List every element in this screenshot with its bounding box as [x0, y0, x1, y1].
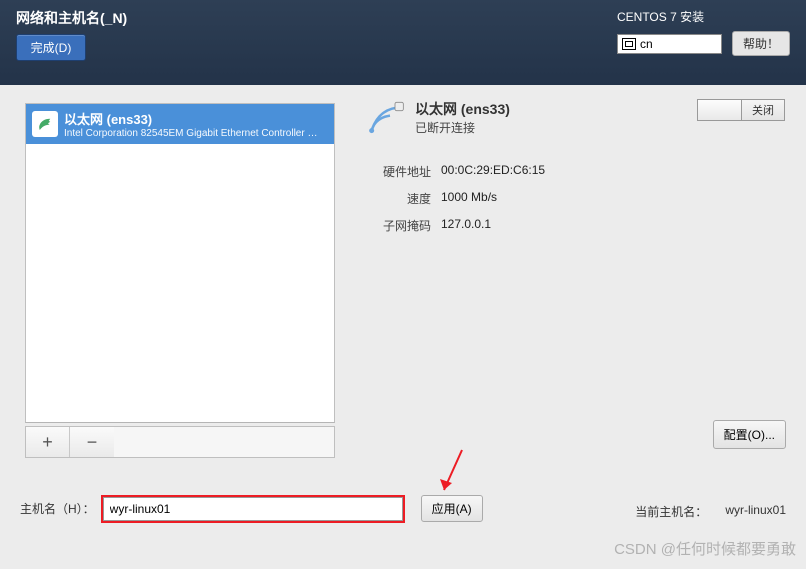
info-row-mask: 子网掩码 127.0.0.1	[365, 217, 785, 234]
network-item-subtitle: Intel Corporation 82545EM Gigabit Ethern…	[64, 128, 319, 139]
info-value: 1000 Mb/s	[441, 190, 497, 207]
network-interface-list[interactable]: 以太网 (ens33) Intel Corporation 82545EM Gi…	[25, 103, 335, 423]
page-title: 网络和主机名(_N)	[16, 8, 127, 28]
info-label: 硬件地址	[365, 163, 431, 180]
remove-interface-button[interactable]: −	[70, 427, 114, 457]
hostname-row: 主机名（H）： 应用(A)	[20, 495, 483, 522]
install-title: CENTOS 7 安装	[617, 8, 704, 25]
header-right-row: cn 帮助！	[617, 31, 790, 56]
detail-title-block: 以太网 (ens33) 已断开连接	[415, 99, 510, 136]
info-value: 00:0C:29:ED:C6:15	[441, 163, 545, 180]
info-row-mac: 硬件地址 00:0C:29:ED:C6:15	[365, 163, 785, 180]
watermark-text: CSDN @任何时候都要勇敢	[614, 538, 796, 559]
apply-button[interactable]: 应用(A)	[421, 495, 483, 522]
keyboard-indicator[interactable]: cn	[617, 34, 722, 54]
hostname-input[interactable]	[103, 497, 403, 521]
current-hostname-label: 当前主机名：	[635, 503, 707, 520]
keyboard-icon	[622, 38, 636, 50]
current-hostname-value: wyr-linux01	[725, 503, 786, 520]
header-left: 网络和主机名(_N) 完成(D)	[16, 8, 127, 85]
main-area: 以太网 (ens33) Intel Corporation 82545EM Gi…	[0, 85, 806, 569]
detail-info-table: 硬件地址 00:0C:29:ED:C6:15 速度 1000 Mb/s 子网掩码…	[365, 163, 785, 234]
detail-status: 已断开连接	[415, 119, 510, 136]
hostname-label: 主机名（H）：	[20, 500, 95, 517]
done-button[interactable]: 完成(D)	[16, 34, 86, 61]
info-label: 子网掩码	[365, 217, 431, 234]
info-value: 127.0.0.1	[441, 217, 491, 234]
help-button[interactable]: 帮助！	[732, 31, 790, 56]
network-disconnected-icon	[365, 99, 405, 139]
info-label: 速度	[365, 190, 431, 207]
add-interface-button[interactable]: +	[26, 427, 70, 457]
ethernet-icon	[32, 111, 58, 137]
configure-button[interactable]: 配置(O)...	[713, 420, 786, 449]
current-hostname-block: 当前主机名： wyr-linux01	[635, 503, 786, 520]
list-actions: + −	[25, 426, 335, 458]
header-bar: 网络和主机名(_N) 完成(D) CENTOS 7 安装 cn 帮助！	[0, 0, 806, 85]
network-item-title: 以太网 (ens33)	[64, 109, 319, 128]
detail-title: 以太网 (ens33)	[415, 99, 510, 119]
interface-detail: 以太网 (ens33) 已断开连接 关闭 硬件地址 00:0C:29:ED:C6…	[365, 99, 785, 244]
connection-toggle[interactable]: 关闭	[697, 99, 785, 121]
info-row-speed: 速度 1000 Mb/s	[365, 190, 785, 207]
toggle-label: 关闭	[741, 99, 785, 121]
network-list-text: 以太网 (ens33) Intel Corporation 82545EM Gi…	[64, 109, 319, 139]
header-right: CENTOS 7 安装 cn 帮助！	[617, 8, 790, 85]
network-list-item[interactable]: 以太网 (ens33) Intel Corporation 82545EM Gi…	[26, 104, 334, 144]
detail-header: 以太网 (ens33) 已断开连接 关闭	[365, 99, 785, 139]
keyboard-layout-text: cn	[640, 37, 653, 51]
toggle-switch[interactable]	[697, 99, 741, 121]
